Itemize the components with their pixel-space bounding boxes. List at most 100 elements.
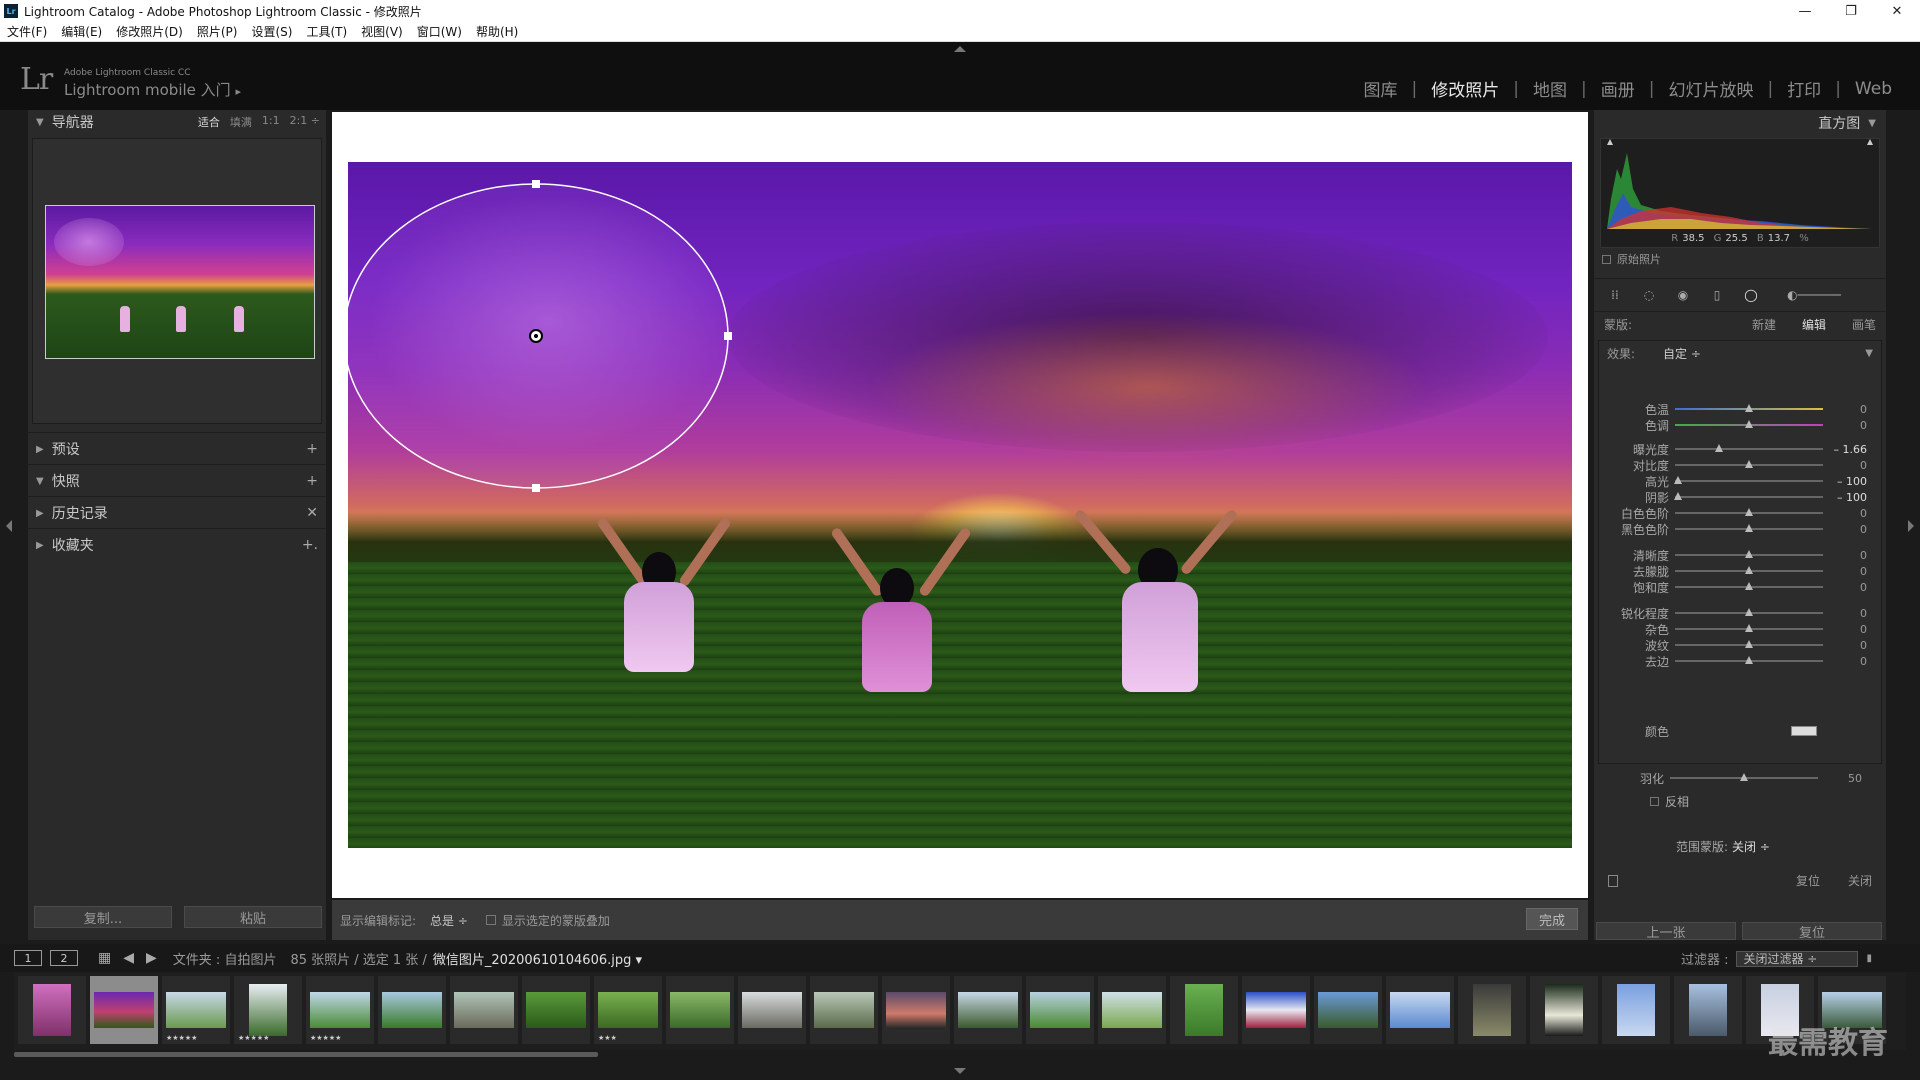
slider-knob[interactable] xyxy=(1715,444,1723,452)
slider-track[interactable] xyxy=(1674,476,1823,484)
collapse-left-panel-icon[interactable] xyxy=(6,520,12,532)
slider-track[interactable] xyxy=(1675,404,1823,412)
filmstrip-thumbnail[interactable] xyxy=(1602,976,1670,1044)
filmstrip-thumbnail[interactable]: ★★★★★ xyxy=(162,976,230,1044)
maximize-button[interactable]: ❐ xyxy=(1828,0,1874,22)
collapse-top-arrow-icon[interactable] xyxy=(954,46,966,52)
mask-brush-button[interactable]: 画笔 xyxy=(1852,316,1876,333)
filmstrip-thumbnail[interactable] xyxy=(522,976,590,1044)
filmstrip-thumbnail[interactable]: ★★★ xyxy=(594,976,662,1044)
slider-knob[interactable] xyxy=(1745,550,1753,558)
slider-row[interactable]: 黑色色阶 0 xyxy=(1599,521,1881,537)
slider-track[interactable] xyxy=(1675,656,1823,664)
resize-handle-bottom[interactable] xyxy=(532,484,540,492)
copy-settings-button[interactable]: 复制... xyxy=(34,906,172,928)
slider-knob[interactable] xyxy=(1745,420,1753,428)
slider-knob[interactable] xyxy=(1745,566,1753,574)
radial-filter-overlay[interactable] xyxy=(348,162,1572,848)
slider-track[interactable] xyxy=(1675,608,1823,616)
menu-tools[interactable]: 工具(T) xyxy=(299,23,354,40)
slider-row[interactable]: 去朦胧 0 xyxy=(1599,563,1881,579)
forward-arrow-icon[interactable]: ▶ xyxy=(146,950,157,966)
module-develop[interactable]: 修改照片 xyxy=(1417,76,1513,101)
main-photo[interactable] xyxy=(348,162,1572,848)
slider-knob[interactable] xyxy=(1745,608,1753,616)
slider-row[interactable]: 曝光度 – 1.66 xyxy=(1599,441,1881,457)
range-mask-select[interactable]: 关闭 ÷ xyxy=(1732,840,1770,854)
show-edit-pins-select[interactable]: 总是 ÷ xyxy=(430,912,468,929)
slider-track[interactable] xyxy=(1675,420,1823,428)
filmstrip-thumbnail[interactable] xyxy=(882,976,950,1044)
slider-track[interactable] xyxy=(1675,582,1823,590)
slider-knob[interactable] xyxy=(1745,582,1753,590)
module-map[interactable]: 地图 xyxy=(1519,76,1581,101)
panel-switch-icon[interactable] xyxy=(1608,874,1618,887)
slider-row[interactable]: 对比度 0 xyxy=(1599,457,1881,473)
folder-path[interactable]: 文件夹 : 自拍图片 xyxy=(173,949,277,968)
red-eye-tool-icon[interactable]: ◉ xyxy=(1672,284,1694,306)
filmstrip-thumbnail[interactable] xyxy=(18,976,86,1044)
menu-develop[interactable]: 修改照片(D) xyxy=(109,23,190,40)
filmstrip-thumbnail[interactable] xyxy=(1674,976,1742,1044)
filter-lock-icon[interactable]: ▮ xyxy=(1866,953,1872,964)
grid-view-icon[interactable]: ▦ xyxy=(98,950,111,966)
slider-row[interactable]: 饱和度 0 xyxy=(1599,579,1881,595)
add-preset-icon[interactable]: + xyxy=(306,441,318,457)
add-snapshot-icon[interactable]: + xyxy=(306,473,318,489)
slider-knob[interactable] xyxy=(1745,624,1753,632)
filmstrip-thumbnail[interactable] xyxy=(954,976,1022,1044)
mask-edit-button[interactable]: 编辑 xyxy=(1802,316,1826,333)
original-photo-toggle[interactable]: 原始照片 xyxy=(1594,248,1886,270)
filmstrip-thumbnail[interactable]: ★★★★★ xyxy=(306,976,374,1044)
slider-row[interactable]: 锐化程度 0 xyxy=(1599,605,1881,621)
module-web[interactable]: Web xyxy=(1841,79,1906,99)
filmstrip-thumbnail[interactable] xyxy=(1170,976,1238,1044)
slider-row[interactable]: 清晰度 0 xyxy=(1599,547,1881,563)
module-book[interactable]: 画册 xyxy=(1587,76,1649,101)
graduated-filter-tool-icon[interactable]: ▯ xyxy=(1706,284,1728,306)
zoom-1-1[interactable]: 1:1 xyxy=(262,114,280,130)
slider-track[interactable] xyxy=(1675,624,1823,632)
slider-row[interactable]: 波纹 0 xyxy=(1599,637,1881,653)
panel-snapshots[interactable]: ▼ 快照 + xyxy=(28,464,326,496)
slider-knob[interactable] xyxy=(1745,508,1753,516)
slider-row[interactable]: 去边 0 xyxy=(1599,653,1881,669)
collapse-right-panel-icon[interactable] xyxy=(1908,520,1914,532)
histogram[interactable]: R 38.5 G 25.5 B 13.7 % xyxy=(1600,138,1880,248)
zoom-fit[interactable]: 适合 xyxy=(198,114,220,130)
spot-removal-tool-icon[interactable]: ◌ xyxy=(1638,284,1660,306)
slider-track[interactable] xyxy=(1674,492,1823,500)
histogram-header[interactable]: 直方图 ▼ xyxy=(1594,110,1886,136)
menu-file[interactable]: 文件(F) xyxy=(0,23,54,40)
filmstrip-thumbnail[interactable] xyxy=(378,976,446,1044)
slider-track[interactable] xyxy=(1675,550,1823,558)
filmstrip-thumbnail[interactable] xyxy=(1386,976,1454,1044)
resize-handle-right[interactable] xyxy=(724,332,732,340)
module-print[interactable]: 打印 xyxy=(1773,76,1835,101)
menu-settings[interactable]: 设置(S) xyxy=(244,23,299,40)
mask-new-button[interactable]: 新建 xyxy=(1752,316,1776,333)
slider-row[interactable]: 杂色 0 xyxy=(1599,621,1881,637)
invert-checkbox[interactable] xyxy=(1650,797,1659,806)
add-collection-icon[interactable]: +. xyxy=(302,537,318,553)
slider-track[interactable] xyxy=(1675,508,1823,516)
effect-select[interactable]: 自定 ÷ xyxy=(1663,345,1701,362)
slider-row[interactable]: 高光 – 100 xyxy=(1599,473,1881,489)
previous-button[interactable]: 上一张 xyxy=(1596,922,1736,941)
radial-filter-tool-icon[interactable]: ◯ xyxy=(1740,284,1762,306)
reset-button[interactable]: 复位 xyxy=(1742,922,1882,941)
reset-mask-button[interactable]: 复位 xyxy=(1796,872,1820,889)
slider-row[interactable]: 色温 0 xyxy=(1599,401,1881,417)
identity-plate[interactable]: Adobe Lightroom Classic CC Lightroom mob… xyxy=(64,68,241,100)
slider-row[interactable]: 白色色阶 0 xyxy=(1599,505,1881,521)
show-mask-overlay-checkbox[interactable] xyxy=(485,915,496,925)
slider-feather[interactable]: 羽化 50 xyxy=(1594,770,1886,786)
filter-select[interactable]: 关闭过滤器 ÷ xyxy=(1736,950,1859,967)
filmstrip-thumbnail[interactable] xyxy=(90,976,158,1044)
resize-handle-top[interactable] xyxy=(532,180,540,188)
navigator-header[interactable]: ▼ 导航器 适合 填满 1:1 2:1 ÷ xyxy=(28,110,326,134)
collapse-triangle-icon[interactable]: ▼ xyxy=(1865,348,1873,359)
filmstrip-thumbnail[interactable] xyxy=(1026,976,1094,1044)
filmstrip-thumbnail[interactable] xyxy=(810,976,878,1044)
slider-knob[interactable] xyxy=(1745,460,1753,468)
